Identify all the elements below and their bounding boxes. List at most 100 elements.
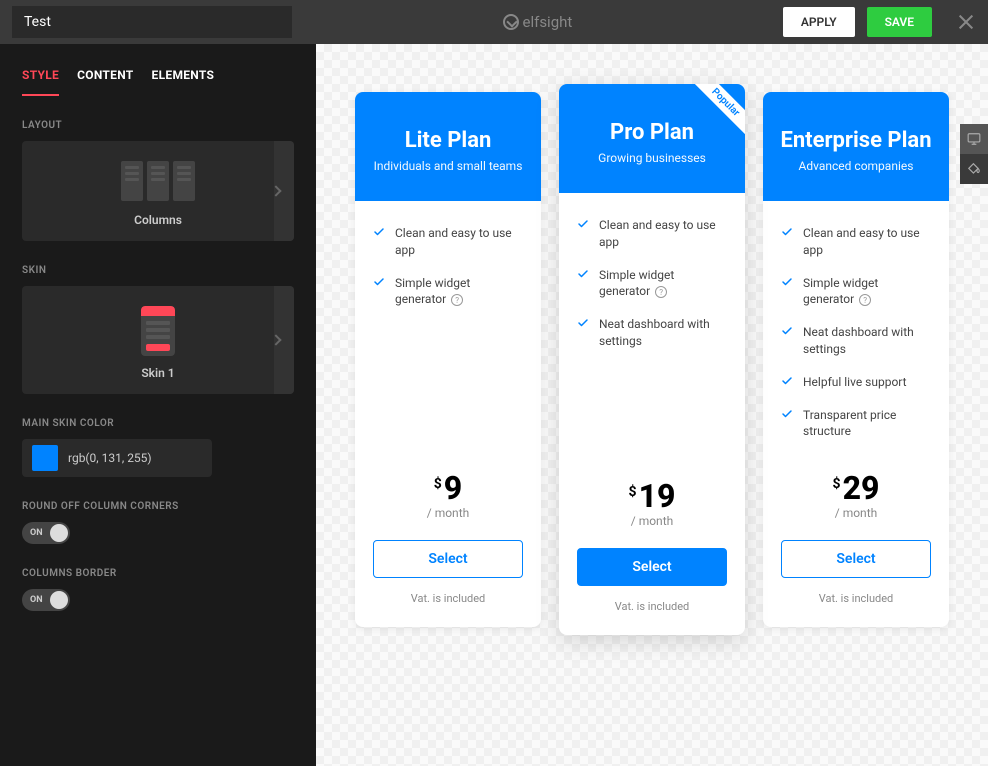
brand-label: elfsight	[304, 13, 771, 31]
price-amount: 9	[444, 472, 462, 504]
round-corners-toggle[interactable]: ON	[22, 522, 70, 544]
check-icon	[373, 276, 385, 288]
feature-item: Simple widget generator ?	[373, 275, 523, 309]
apply-button[interactable]: APPLY	[783, 7, 855, 37]
price-footnote: Vat. is included	[559, 600, 745, 635]
select-button[interactable]: Select	[781, 540, 931, 578]
topbar: elfsight APPLY SAVE	[0, 0, 988, 44]
main-color-picker[interactable]: rgb(0, 131, 255)	[22, 439, 212, 477]
feature-text: Transparent price structure	[803, 407, 931, 441]
price-footnote: Vat. is included	[355, 592, 541, 627]
layout-value: Columns	[134, 213, 182, 227]
columns-border-label: COLUMNS BORDER	[0, 544, 316, 589]
brand-icon	[503, 14, 519, 30]
feature-item: Clean and easy to use app	[781, 225, 931, 259]
plan-subtitle: Growing businesses	[575, 151, 729, 165]
check-icon	[577, 317, 589, 329]
price-block: $9 / month	[355, 466, 541, 532]
columns-icon	[121, 161, 195, 201]
desktop-preview-icon[interactable]	[960, 124, 988, 154]
card-header: Lite Plan Individuals and small teams	[355, 92, 541, 201]
feature-item: Clean and easy to use app	[577, 217, 727, 251]
price-period: / month	[559, 514, 745, 528]
plan-title: Pro Plan	[575, 120, 729, 145]
feature-item: Simple widget generator ?	[781, 275, 931, 309]
feature-text: Simple widget generator ?	[395, 275, 523, 309]
pricing-card: Enterprise Plan Advanced companies Clean a…	[763, 92, 949, 627]
plan-subtitle: Individuals and small teams	[371, 159, 525, 173]
close-icon[interactable]	[956, 12, 976, 32]
save-button[interactable]: SAVE	[867, 7, 932, 37]
info-icon[interactable]: ?	[451, 294, 463, 306]
check-icon	[373, 226, 385, 238]
columns-border-toggle[interactable]: ON	[22, 589, 70, 611]
feature-item: Transparent price structure	[781, 407, 931, 441]
info-icon[interactable]: ?	[859, 294, 871, 306]
price-block: $19 / month	[559, 474, 745, 540]
pricing-card: Lite Plan Individuals and small teams Clea…	[355, 92, 541, 627]
feature-item: Clean and easy to use app	[373, 225, 523, 259]
check-icon	[781, 276, 793, 288]
price-amount: 19	[639, 480, 676, 512]
select-button[interactable]: Select	[373, 540, 523, 578]
layout-selector[interactable]: Columns	[22, 141, 294, 241]
layout-section-label: LAYOUT	[0, 96, 316, 141]
plan-title: Enterprise Plan	[779, 128, 933, 153]
card-header: PopularPro PlanGrowing businesses	[559, 84, 745, 193]
skin-section-label: SKIN	[0, 241, 316, 286]
tab-content[interactable]: CONTENT	[77, 68, 133, 96]
brand-text: elfsight	[523, 13, 573, 31]
feature-text: Helpful live support	[803, 374, 907, 391]
toggle-knob	[50, 591, 68, 609]
currency: $	[434, 476, 442, 492]
feature-text: Neat dashboard with settings	[599, 316, 727, 350]
check-icon	[577, 218, 589, 230]
card-header: Enterprise Plan Advanced companies	[763, 92, 949, 201]
tab-style[interactable]: STYLE	[22, 68, 59, 96]
toggle-state: ON	[30, 528, 43, 538]
feature-text: Clean and easy to use app	[599, 217, 727, 251]
skin-selector[interactable]: Skin 1	[22, 286, 294, 394]
color-value: rgb(0, 131, 255)	[68, 451, 152, 465]
check-icon	[577, 268, 589, 280]
color-swatch	[32, 445, 58, 471]
plan-subtitle: Advanced companies	[779, 159, 933, 173]
feature-text: Simple widget generator ?	[803, 275, 931, 309]
main-color-label: MAIN SKIN COLOR	[0, 394, 316, 439]
price-block: $29/ month	[763, 466, 949, 532]
plan-title: Lite Plan	[371, 128, 525, 153]
pricing-card: PopularPro PlanGrowing businessesClean a…	[559, 84, 745, 635]
currency: $	[629, 484, 637, 500]
card-body: Clean and easy to use app Simple widget g…	[763, 201, 949, 466]
price-period: / month	[763, 506, 949, 520]
price-footnote: Vat. is included	[763, 592, 949, 627]
check-icon	[781, 226, 793, 238]
toggle-knob	[50, 524, 68, 542]
currency: $	[833, 476, 841, 492]
feature-text: Clean and easy to use app	[803, 225, 931, 259]
price-period: / month	[355, 506, 541, 520]
check-icon	[781, 325, 793, 337]
info-icon[interactable]: ?	[655, 286, 667, 298]
feature-item: Neat dashboard with settings	[577, 316, 727, 350]
feature-text: Neat dashboard with settings	[803, 324, 931, 358]
preview-tools	[960, 124, 988, 184]
select-button[interactable]: Select	[577, 548, 727, 586]
card-body: Clean and easy to use app Simple widget g…	[559, 193, 745, 474]
skin-value: Skin 1	[141, 366, 174, 380]
widget-title-input[interactable]	[12, 6, 292, 38]
card-body: Clean and easy to use app Simple widget g…	[355, 201, 541, 466]
feature-text: Clean and easy to use app	[395, 225, 523, 259]
sidebar: STYLE CONTENT ELEMENTS LAYOUT Columns SK…	[0, 44, 316, 766]
feature-text: Simple widget generator ?	[599, 267, 727, 301]
feature-item: Simple widget generator ?	[577, 267, 727, 301]
feature-item: Helpful live support	[781, 374, 931, 391]
tab-elements[interactable]: ELEMENTS	[152, 68, 215, 96]
preview-canvas: Lite Plan Individuals and small teams Clea…	[316, 44, 988, 766]
feature-item: Neat dashboard with settings	[781, 324, 931, 358]
check-icon	[781, 408, 793, 420]
round-corners-label: ROUND OFF COLUMN CORNERS	[0, 477, 316, 522]
check-icon	[781, 375, 793, 387]
paint-bucket-icon[interactable]	[960, 154, 988, 184]
toggle-state: ON	[30, 595, 43, 605]
